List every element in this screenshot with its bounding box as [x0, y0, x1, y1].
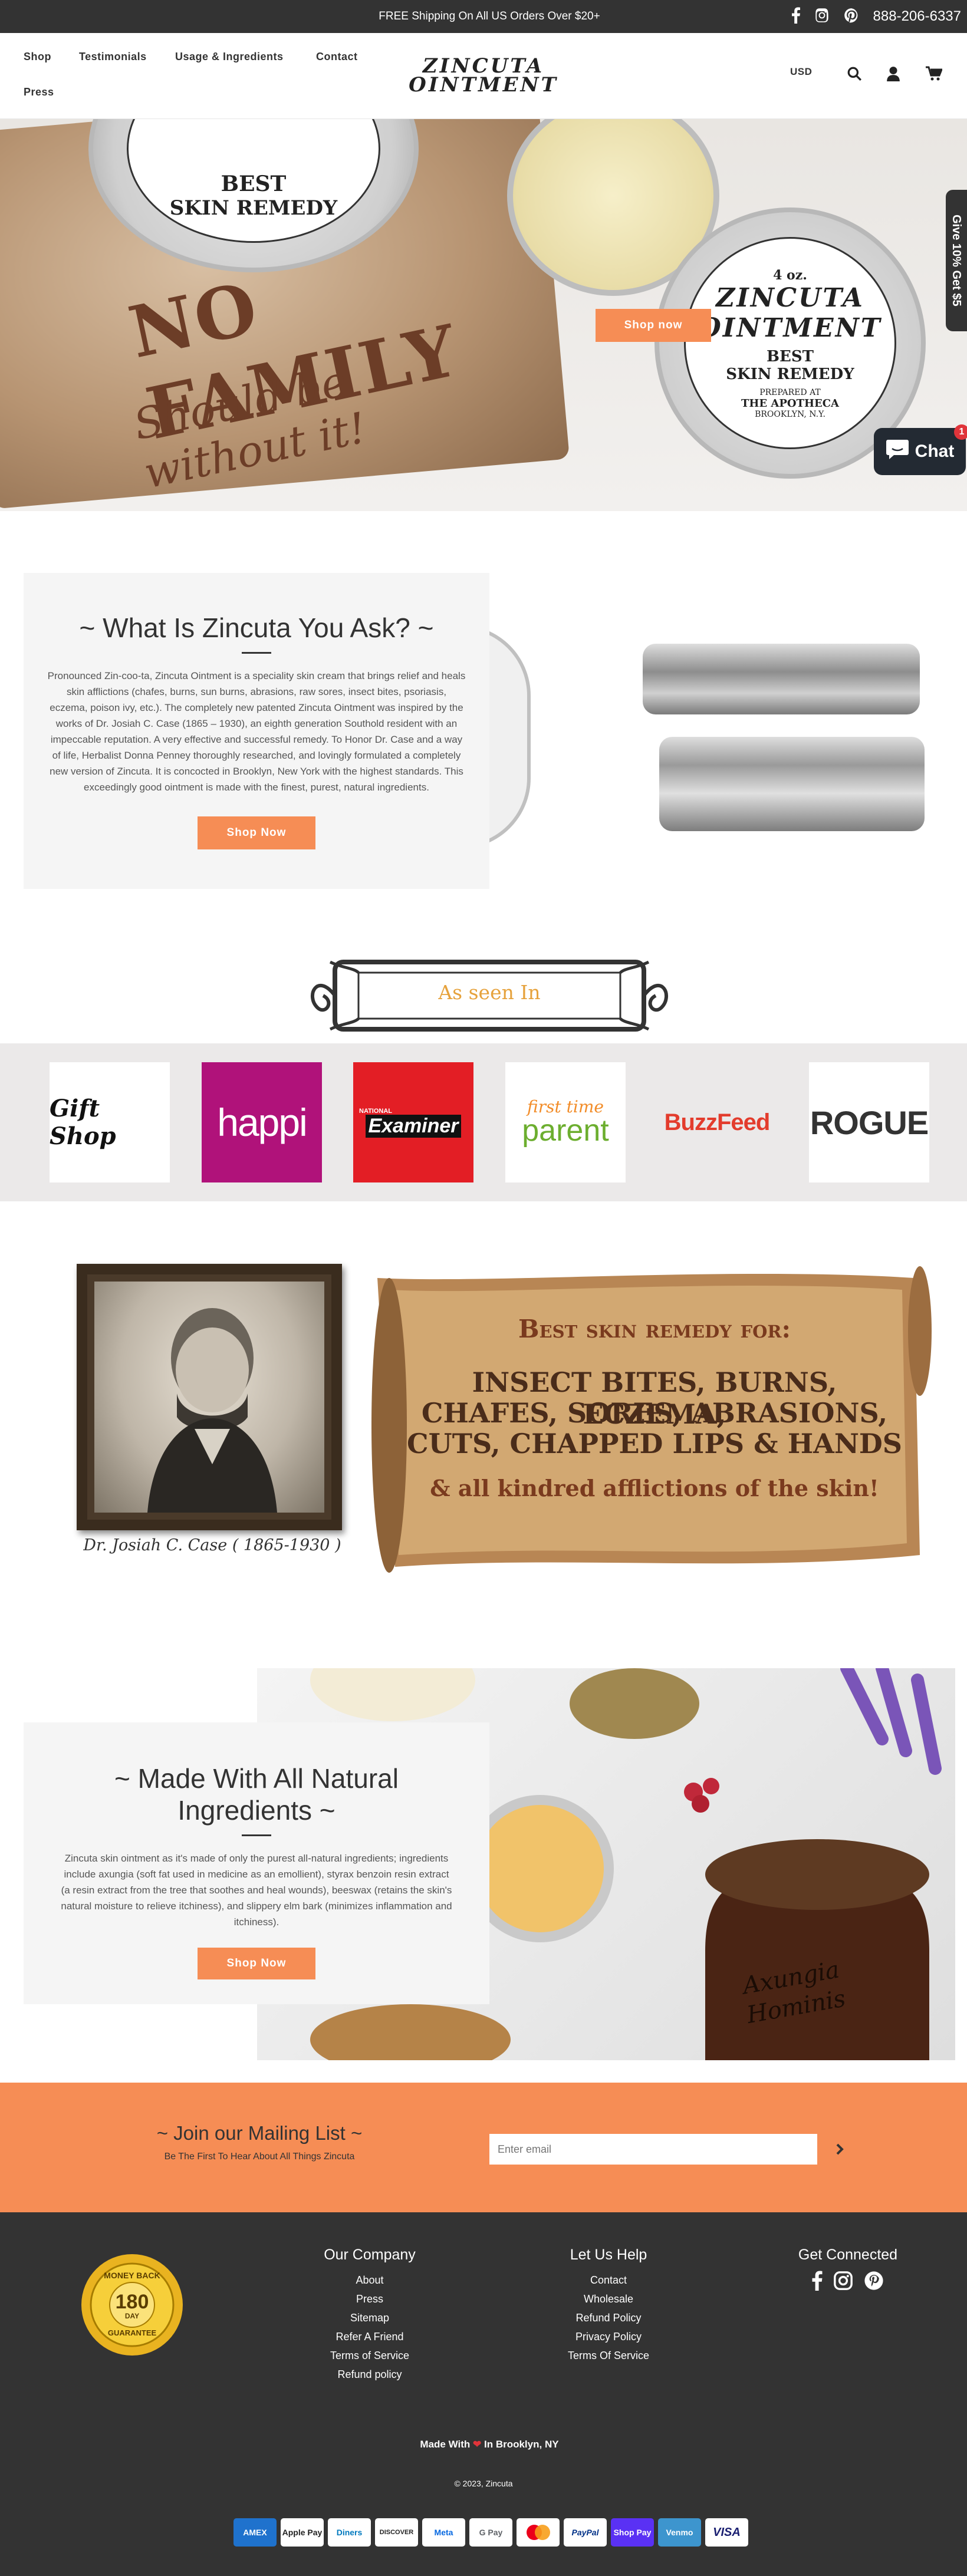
announcement-contacts: 888-206-6337 [791, 0, 961, 33]
account-icon[interactable] [887, 66, 900, 84]
what-title: ~ What Is Zincuta You Ask? ~ [79, 612, 434, 643]
press-logo-giftshop[interactable]: Gift Shop [50, 1062, 170, 1182]
currency-selector[interactable]: USD [790, 66, 812, 78]
site-header: Shop Testimonials Usage & Ingredients Co… [0, 33, 967, 119]
remedy-footer: & all kindred afflictions of the skin! [430, 1475, 879, 1501]
what-text: Pronounced Zin-coo-ta, Zincuta Ointment … [47, 670, 466, 793]
nav-shop[interactable]: Shop [24, 51, 51, 63]
footer-connect-title: Get Connected [798, 2246, 898, 2263]
what-shop-button[interactable]: Shop Now [198, 816, 315, 849]
announcement-bar: FREE Shipping On All US Orders Over $20+… [0, 0, 967, 33]
chat-bubble-icon [886, 439, 909, 465]
discover-icon: DISCOVER [375, 2518, 418, 2547]
mastercard-icon [517, 2518, 560, 2547]
footer-pinterest-icon[interactable] [864, 2271, 884, 2294]
footer-link-wholesale[interactable]: Wholesale [550, 2290, 667, 2308]
footer-link-sitemap[interactable]: Sitemap [311, 2308, 429, 2327]
email-field[interactable] [489, 2134, 817, 2165]
footer-link-refund[interactable]: Refund policy [311, 2365, 429, 2384]
dr-case-portrait [77, 1264, 342, 1530]
press-logo-rogue[interactable]: ROGUE [809, 1062, 929, 1182]
visa-icon: VISA [705, 2518, 748, 2547]
copyright: © 2023, Zincuta [454, 2479, 513, 2488]
as-seen-in-banner: As seen In [307, 950, 672, 1041]
natural-shop-button[interactable]: Shop Now [198, 1948, 315, 1979]
paypal-icon: PayPal [564, 2518, 607, 2547]
chat-widget[interactable]: Chat 1 [874, 424, 967, 475]
search-icon[interactable] [847, 66, 862, 84]
footer-facebook-icon[interactable] [812, 2271, 823, 2294]
venmo-icon: Venmo [658, 2518, 701, 2547]
money-back-guarantee-badge: MONEY BACK 180 DAY GUARANTEE [80, 2253, 184, 2357]
facebook-icon[interactable] [791, 6, 800, 27]
footer-link-terms[interactable]: Terms of Service [311, 2346, 429, 2365]
nav-contact[interactable]: Contact [316, 51, 358, 63]
natural-divider [242, 1834, 271, 1836]
email-submit-button[interactable] [825, 2135, 854, 2163]
footer-link-contact[interactable]: Contact [550, 2271, 667, 2290]
referral-side-tab[interactable]: Give 10% Get $5 [946, 190, 967, 331]
footer-link-refund-policy[interactable]: Refund Policy [550, 2308, 667, 2327]
nav-testimonials[interactable]: Testimonials [79, 51, 147, 63]
chat-label: Chat [915, 442, 955, 461]
footer-help-title: Let Us Help [570, 2246, 647, 2263]
natural-title: ~ Made With All Natural Ingredients ~ [114, 1763, 399, 1826]
press-logo-examiner[interactable]: NATIONAL Examiner [353, 1062, 473, 1182]
instagram-icon[interactable] [814, 8, 830, 26]
hero-banner: BEST SKIN REMEDY NO FAMILY Should be wit… [0, 119, 967, 511]
mailing-list-section [0, 2083, 967, 2212]
mailing-subtitle: Be The First To Hear About All Things Zi… [164, 2152, 355, 2162]
footer-link-refer[interactable]: Refer A Friend [311, 2327, 429, 2346]
what-product-image [460, 613, 967, 872]
payment-methods: AMEX Apple Pay Diners DISCOVER Meta G Pa… [233, 2518, 748, 2547]
footer-company-title: Our Company [324, 2246, 416, 2263]
hero-shop-button[interactable]: Shop now [596, 309, 711, 342]
meta-pay-icon: Meta [422, 2518, 465, 2547]
chat-unread-badge: 1 [954, 424, 967, 440]
press-logo-firsttimeparent[interactable]: first time parent [505, 1062, 626, 1182]
google-pay-icon: G Pay [469, 2518, 512, 2547]
nav-press[interactable]: Press [24, 86, 54, 98]
footer-company-column: Our Company About Press Sitemap Refer A … [311, 2246, 429, 2384]
remedy-heading: Best skin remedy for: [518, 1315, 791, 1343]
footer-link-privacy[interactable]: Privacy Policy [550, 2327, 667, 2346]
mailing-title: ~ Join our Mailing List ~ [156, 2122, 363, 2144]
as-seen-in-title: As seen In [438, 981, 541, 1004]
remedy-line2: CHAFES, SORES, ABRASIONS, [421, 1397, 888, 1429]
phone-number[interactable]: 888-206-6337 [873, 8, 961, 25]
nav-usage-ingredients[interactable]: Usage & Ingredients [175, 51, 284, 63]
footer-link-press[interactable]: Press [311, 2290, 429, 2308]
shop-pay-icon: Shop Pay [611, 2518, 654, 2547]
amex-icon: AMEX [233, 2518, 277, 2547]
diners-icon: Diners [328, 2518, 371, 2547]
portrait-caption: Dr. Josiah C. Case ( 1865-1930 ) [83, 1536, 341, 1554]
cart-icon[interactable] [926, 66, 943, 84]
footer-link-about[interactable]: About [311, 2271, 429, 2290]
natural-text: Zincuta skin ointment as it's made of on… [61, 1853, 452, 1928]
remedy-line3: CUTS, CHAPPED LIPS & HANDS [406, 1428, 903, 1460]
footer-connect-column: Get Connected [789, 2246, 907, 2294]
what-info-box: ~ What Is Zincuta You Ask? ~ Pronounced … [24, 573, 489, 889]
press-logo-happi[interactable]: happi [202, 1062, 322, 1182]
logo-line2: OINTMENT [409, 73, 558, 97]
apple-pay-icon: Apple Pay [281, 2518, 324, 2547]
footer-instagram-icon[interactable] [833, 2271, 853, 2294]
press-logo-buzzfeed[interactable]: BuzzFeed [657, 1062, 777, 1182]
heart-icon: ❤ [473, 2439, 482, 2450]
pinterest-icon[interactable] [844, 8, 859, 26]
footer-help-column: Let Us Help Contact Wholesale Refund Pol… [550, 2246, 667, 2365]
footer-link-terms-of-service[interactable]: Terms Of Service [550, 2346, 667, 2365]
made-with-love: Made With ❤ In Brooklyn, NY [420, 2439, 559, 2450]
site-logo[interactable]: ZINCUTA OINTMENT [407, 56, 560, 98]
what-divider [242, 652, 271, 654]
natural-info-box: ~ Made With All Natural Ingredients ~ Zi… [24, 1722, 489, 2004]
